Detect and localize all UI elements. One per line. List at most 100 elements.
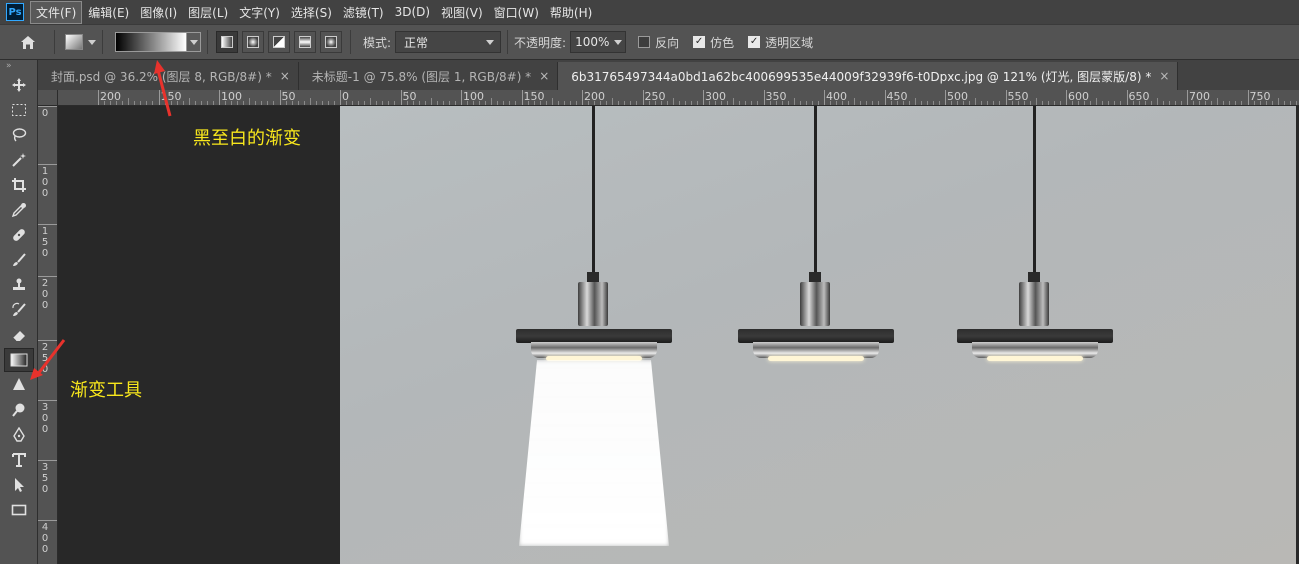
ruler-minor-tick bbox=[1072, 101, 1074, 105]
rectangle-icon bbox=[11, 504, 27, 516]
ruler-minor-tick bbox=[1144, 101, 1146, 105]
reverse-checkbox-box[interactable] bbox=[638, 36, 651, 48]
menu-filter[interactable]: 滤镜(T) bbox=[338, 2, 389, 23]
menu-edit[interactable]: 编辑(E) bbox=[83, 2, 134, 23]
close-icon[interactable]: × bbox=[1159, 69, 1169, 83]
ruler-label: 100 bbox=[41, 166, 49, 199]
ruler-minor-tick bbox=[473, 101, 475, 105]
ruler-minor-tick bbox=[969, 101, 971, 105]
ruler-minor-tick bbox=[303, 101, 305, 105]
ruler-minor-tick bbox=[467, 101, 469, 105]
path-selection-tool[interactable] bbox=[4, 473, 34, 497]
gradient-dropdown-button[interactable] bbox=[187, 32, 201, 52]
ruler-minor-tick bbox=[1180, 101, 1182, 105]
ruler-minor-tick bbox=[255, 101, 257, 105]
menu-view[interactable]: 视图(V) bbox=[436, 2, 488, 23]
menu-layer[interactable]: 图层(L) bbox=[183, 2, 233, 23]
ruler-minor-tick bbox=[212, 101, 214, 105]
ruler-minor-tick bbox=[751, 101, 753, 105]
ruler-minor-tick bbox=[1120, 101, 1122, 105]
crop-tool[interactable] bbox=[4, 173, 34, 197]
reverse-checkbox[interactable]: 反向 bbox=[638, 34, 679, 51]
rectangle-tool[interactable] bbox=[4, 498, 34, 522]
ruler-major-tick bbox=[38, 106, 57, 107]
tool-preset-picker[interactable] bbox=[65, 34, 96, 50]
pen-tool[interactable] bbox=[4, 423, 34, 447]
dodge-tool[interactable] bbox=[4, 398, 34, 422]
toolbox-collapse-icon[interactable]: » bbox=[0, 60, 37, 72]
ruler-label: 50 bbox=[402, 90, 417, 103]
vertical-ruler[interactable]: 0 100 150 200 250 300 350 400 bbox=[38, 106, 58, 564]
transparency-label: 透明区域 bbox=[765, 35, 814, 50]
horizontal-ruler[interactable]: 200 150 100 50 0 50 100 150 200 250 300 350 400 450 50… bbox=[58, 90, 1299, 106]
ruler-minor-tick bbox=[811, 101, 813, 105]
eyedropper-tool[interactable] bbox=[4, 198, 34, 222]
menu-image[interactable]: 图像(I) bbox=[135, 2, 182, 23]
magic-wand-tool[interactable] bbox=[4, 148, 34, 172]
menu-help[interactable]: 帮助(H) bbox=[545, 2, 597, 23]
ruler-minor-tick bbox=[1156, 98, 1158, 105]
photoshop-logo[interactable]: Ps bbox=[6, 3, 24, 21]
radial-gradient-button[interactable] bbox=[242, 31, 264, 53]
type-tool[interactable] bbox=[4, 448, 34, 472]
ruler-corner[interactable] bbox=[38, 90, 58, 106]
ruler-minor-tick bbox=[594, 101, 596, 105]
ruler-minor-tick bbox=[297, 101, 299, 105]
linear-gradient-button[interactable] bbox=[216, 31, 238, 53]
lasso-icon bbox=[12, 128, 27, 142]
options-bar: 模式: 正常 不透明度: 100% 反向 ✓ 仿色 ✓ 透明区域 bbox=[0, 24, 1299, 60]
ruler-minor-tick bbox=[799, 101, 801, 105]
ruler-minor-tick bbox=[1090, 101, 1092, 105]
ruler-minor-tick bbox=[370, 98, 372, 105]
ruler-major-tick bbox=[763, 90, 765, 105]
clone-stamp-tool[interactable] bbox=[4, 273, 34, 297]
ruler-minor-tick bbox=[987, 101, 989, 105]
ruler-minor-tick bbox=[309, 98, 311, 105]
diamond-gradient-button[interactable] bbox=[320, 31, 342, 53]
healing-brush-tool[interactable] bbox=[4, 223, 34, 247]
move-tool[interactable] bbox=[4, 73, 34, 97]
gradient-picker[interactable] bbox=[115, 32, 201, 52]
ruler-minor-tick bbox=[1047, 101, 1049, 105]
ruler-minor-tick bbox=[908, 101, 910, 105]
transparency-checkbox[interactable]: ✓ 透明区域 bbox=[748, 34, 813, 51]
ruler-minor-tick bbox=[836, 101, 838, 105]
ruler-minor-tick bbox=[527, 101, 529, 105]
tab-active-jpg[interactable]: 6b31765497344a0bd1a62bc400699535e44009f3… bbox=[558, 62, 1179, 90]
close-icon[interactable]: × bbox=[280, 69, 290, 83]
ruler-minor-tick bbox=[533, 101, 535, 105]
ruler-minor-tick bbox=[327, 101, 329, 105]
opacity-input[interactable]: 100% bbox=[570, 31, 627, 53]
menu-type[interactable]: 文字(Y) bbox=[234, 2, 285, 23]
brush-tool[interactable] bbox=[4, 248, 34, 272]
ruler-minor-tick bbox=[860, 101, 862, 105]
lamp-glow bbox=[987, 356, 1083, 361]
tab-untitled-1[interactable]: 未标题-1 @ 75.8% (图层 1, RGB/8#) * × bbox=[298, 62, 559, 90]
ruler-minor-tick bbox=[848, 101, 850, 105]
ruler-minor-tick bbox=[775, 101, 777, 105]
dither-checkbox[interactable]: ✓ 仿色 bbox=[693, 34, 734, 51]
dither-checkbox-box[interactable]: ✓ bbox=[693, 36, 706, 48]
close-icon[interactable]: × bbox=[539, 69, 549, 83]
ruler-minor-tick bbox=[624, 101, 626, 105]
gradient-preview[interactable] bbox=[115, 32, 187, 52]
gradient-preset-icon bbox=[65, 34, 83, 50]
reflected-gradient-button[interactable] bbox=[294, 31, 316, 53]
lasso-tool[interactable] bbox=[4, 123, 34, 147]
home-button[interactable] bbox=[8, 28, 48, 56]
history-brush-tool[interactable] bbox=[4, 298, 34, 322]
transparency-checkbox-box[interactable]: ✓ bbox=[748, 36, 761, 48]
ruler-minor-tick bbox=[1023, 101, 1025, 105]
marquee-tool[interactable] bbox=[4, 98, 34, 122]
ruler-minor-tick bbox=[648, 101, 650, 105]
menu-3d[interactable]: 3D(D) bbox=[390, 3, 435, 21]
menu-window[interactable]: 窗口(W) bbox=[489, 2, 544, 23]
mode-select[interactable]: 正常 bbox=[395, 31, 502, 53]
document-canvas[interactable] bbox=[340, 106, 1296, 564]
ruler-minor-tick bbox=[545, 101, 547, 105]
menu-file[interactable]: 文件(F) bbox=[30, 0, 83, 24]
ruler-minor-tick bbox=[926, 101, 928, 105]
menu-select[interactable]: 选择(S) bbox=[286, 2, 337, 23]
angle-gradient-button[interactable] bbox=[268, 31, 290, 53]
ruler-minor-tick bbox=[793, 98, 795, 105]
